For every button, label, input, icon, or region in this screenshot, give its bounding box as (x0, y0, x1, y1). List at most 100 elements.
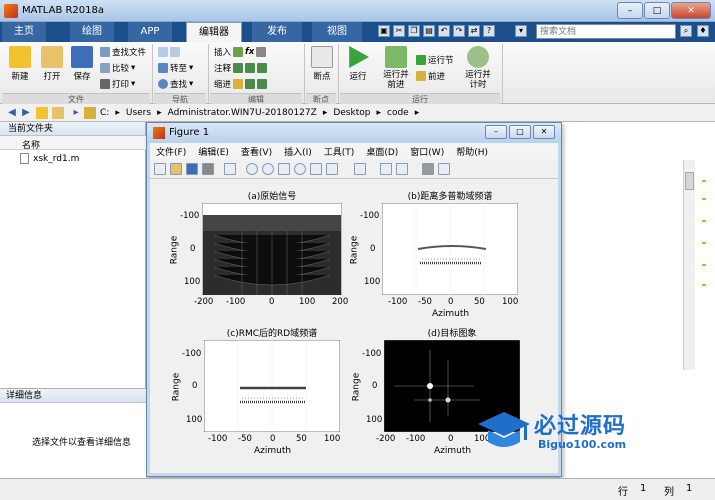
comment-button[interactable]: 注释 (214, 62, 268, 74)
menu-window[interactable]: 窗口(W) (404, 143, 450, 159)
menu-file[interactable]: 文件(F) (150, 143, 192, 159)
new-figure-icon[interactable] (154, 163, 166, 175)
colorbar-icon[interactable] (380, 163, 392, 175)
legend-icon[interactable] (396, 163, 408, 175)
subplot-b-plot[interactable] (382, 203, 518, 295)
menu-edit[interactable]: 编辑(E) (192, 143, 235, 159)
figure-maximize-button[interactable]: □ (509, 125, 531, 139)
quick-help-icon[interactable]: ? (483, 25, 495, 37)
watermark: 必过源码 Biguo100.com (474, 404, 674, 464)
subplot-b-ylabel: Range (349, 235, 360, 265)
editor-scrollbar[interactable] (683, 160, 695, 370)
breadcrumb-segment[interactable]: code (387, 108, 409, 118)
subplot-a-xtick: 0 (269, 297, 275, 307)
col-label: 列 (664, 487, 674, 498)
print-button[interactable]: 打印 ▾ (100, 78, 135, 90)
up-folder-icon[interactable] (36, 107, 48, 119)
quick-paste-icon[interactable]: ▤ (423, 25, 435, 37)
column-header[interactable]: 名称 (0, 136, 146, 151)
hide-plot-tools-icon[interactable] (422, 163, 434, 175)
nav-back-forward[interactable] (158, 46, 180, 58)
quick-save-icon[interactable]: ▣ (378, 25, 390, 37)
pointer-icon[interactable] (224, 163, 236, 175)
open-icon[interactable] (170, 163, 182, 175)
group-label-edit: 编辑 (210, 93, 302, 104)
list-item[interactable]: xsk_rd1.m (20, 153, 79, 164)
notification-icon[interactable]: ♦ (697, 25, 709, 37)
data-cursor-icon[interactable] (310, 163, 322, 175)
ribbon-separator (338, 44, 339, 102)
link-plot-icon[interactable] (354, 163, 366, 175)
compare-button[interactable]: 比较 ▾ (100, 62, 135, 74)
indent-button[interactable]: 缩进 (214, 78, 268, 90)
new-button[interactable]: 新建 (4, 44, 36, 82)
quick-access-dropdown-icon[interactable]: ▾ (515, 25, 527, 37)
insert-button[interactable]: 插入 fx (214, 46, 267, 58)
breakpoints-button[interactable]: 断点 (306, 44, 338, 82)
quick-copy-icon[interactable]: ❐ (408, 25, 420, 37)
print-icon[interactable] (202, 163, 214, 175)
maximize-button[interactable]: □ (644, 2, 670, 19)
tab-editor[interactable]: 编辑器 (186, 22, 242, 42)
zoom-in-icon[interactable] (246, 163, 258, 175)
forward-icon[interactable]: ▶ (20, 107, 32, 119)
subplot-b-ytick: 0 (370, 244, 376, 254)
menu-insert[interactable]: 插入(I) (278, 143, 318, 159)
run-button[interactable]: 运行 (342, 44, 374, 82)
subplot-c-xtick: -100 (208, 434, 228, 444)
run-section-button[interactable]: 运行节 (416, 54, 454, 66)
advance-icon (416, 71, 426, 81)
group-label-run: 运行 (340, 93, 500, 104)
close-button[interactable]: ✕ (671, 2, 711, 19)
new-plus-icon (9, 46, 31, 68)
open-button[interactable]: 打开 (36, 44, 68, 82)
goto-button[interactable]: 转至 ▾ (158, 62, 193, 74)
advance-button[interactable]: 前进 (416, 70, 445, 82)
menu-tools[interactable]: 工具(T) (318, 143, 361, 159)
menu-desktop[interactable]: 桌面(D) (360, 143, 404, 159)
breadcrumb-segment[interactable]: Desktop (333, 108, 370, 118)
tab-publish[interactable]: 发布 (252, 22, 302, 42)
save-icon[interactable] (186, 163, 198, 175)
quick-undo-icon[interactable]: ↶ (438, 25, 450, 37)
run-and-advance-button[interactable]: 运行并 前进 (378, 44, 414, 90)
show-plot-tools-icon[interactable] (438, 163, 450, 175)
wrap-comment-icon (257, 63, 268, 73)
minimize-button[interactable]: – (617, 2, 643, 19)
goto-icon (158, 63, 168, 73)
breadcrumb-segment[interactable]: C: (100, 108, 109, 118)
quick-switch-icon[interactable]: ⇄ (468, 25, 480, 37)
drive-icon (84, 107, 96, 119)
breadcrumb-segment[interactable]: Administrator.WIN7U-20180127Z (168, 108, 317, 118)
details-hint: 选择文件以查看详细信息 (32, 438, 132, 448)
quick-cut-icon[interactable]: ✂ (393, 25, 405, 37)
tab-home[interactable]: 主页 (2, 22, 46, 42)
breadcrumb-segment[interactable]: Users (126, 108, 151, 118)
figure-close-button[interactable]: ✕ (533, 125, 555, 139)
search-icon[interactable]: ⌕ (680, 25, 692, 37)
menu-view[interactable]: 查看(V) (235, 143, 278, 159)
pan-icon[interactable] (278, 163, 290, 175)
tab-view[interactable]: 视图 (312, 22, 362, 42)
subplot-a-plot[interactable] (202, 203, 342, 295)
run-and-time-button[interactable]: 运行并 计时 (460, 44, 496, 90)
tab-apps[interactable]: APP (128, 22, 172, 42)
save-button[interactable]: 保存 (66, 44, 98, 82)
scrollbar-thumb[interactable] (685, 172, 694, 190)
quick-redo-icon[interactable]: ↷ (453, 25, 465, 37)
brush-icon[interactable] (326, 163, 338, 175)
find-button[interactable]: 查找 ▾ (158, 78, 193, 90)
insert-options-icon (256, 47, 267, 57)
menu-help[interactable]: 帮助(H) (450, 143, 494, 159)
find-files-button[interactable]: 查找文件 (100, 46, 146, 58)
tab-plots[interactable]: 绘图 (70, 22, 114, 42)
browse-folder-icon[interactable] (52, 107, 64, 119)
subplot-c-plot[interactable] (204, 340, 340, 432)
path-dropdown-icon[interactable]: ▸ (70, 107, 82, 119)
rotate-icon[interactable] (294, 163, 306, 175)
search-documentation-input[interactable]: 搜索文档 (536, 24, 676, 39)
zoom-out-icon[interactable] (262, 163, 274, 175)
figure-title: Figure 1 (169, 127, 210, 138)
figure-minimize-button[interactable]: – (485, 125, 507, 139)
back-icon[interactable]: ◀ (6, 107, 18, 119)
